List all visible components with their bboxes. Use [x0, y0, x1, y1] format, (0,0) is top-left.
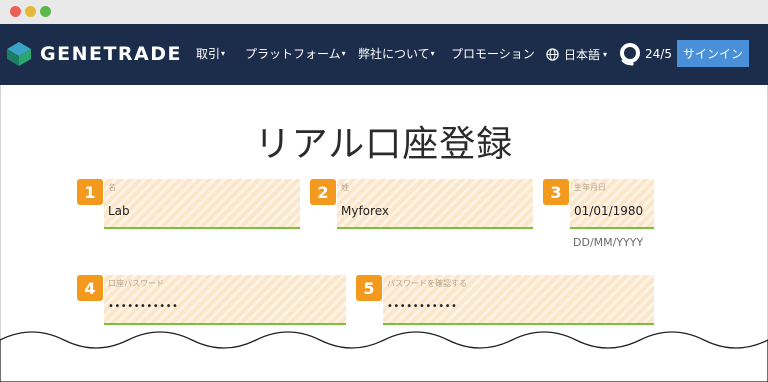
field-label: 生年月日 [574, 183, 606, 192]
step-badge: 1 [77, 179, 103, 205]
browser-window: GENETRADE 取引▾ プラットフォーム▾ 弊社について▾ プロモーション … [0, 0, 768, 382]
minimize-window-icon[interactable] [25, 6, 36, 17]
support-hours-label: 24/5 [645, 47, 672, 61]
support-hours[interactable]: 24/5 [618, 41, 672, 67]
nav-item-label: プラットフォーム [245, 47, 341, 61]
site-navbar: GENETRADE 取引▾ プラットフォーム▾ 弊社について▾ プロモーション … [0, 24, 768, 85]
language-selector[interactable]: 日本語 ▾ [546, 46, 607, 63]
nav-item-promotions[interactable]: プロモーション [451, 46, 535, 62]
field-label: 姓 [341, 183, 349, 192]
globe-icon [546, 48, 559, 61]
field-value: Lab [108, 204, 130, 218]
nav-item-label: 取引 [196, 47, 221, 61]
language-label: 日本語 [564, 48, 601, 62]
signin-button[interactable]: サインイン [677, 40, 749, 67]
field-label: 口座パスワード [108, 279, 164, 288]
brand-logo[interactable]: GENETRADE [6, 39, 182, 69]
window-titlebar [0, 0, 768, 25]
step-badge: 3 [543, 179, 569, 205]
date-format-hint: DD/MM/YYYY [573, 236, 644, 249]
headset-icon [620, 43, 640, 66]
maximize-window-icon[interactable] [40, 6, 51, 17]
page-title: リアル口座登録 [254, 124, 514, 165]
brand-name: GENETRADE [40, 43, 183, 65]
close-window-icon[interactable] [10, 6, 21, 17]
nav-item-label: プロモーション [451, 47, 535, 61]
birth-date-field[interactable]: 生年月日 01/01/1980 [570, 179, 654, 229]
step-badge: 5 [356, 275, 382, 301]
last-name-field[interactable]: 姓 Myforex [337, 179, 533, 229]
nav-item-platform[interactable]: プラットフォーム▾ [245, 46, 346, 62]
step-badge: 4 [77, 275, 103, 301]
field-value: ••••••••••• [387, 301, 458, 312]
nav-item-about[interactable]: 弊社について▾ [358, 46, 435, 62]
first-name-field[interactable]: 名 Lab [104, 179, 300, 229]
field-value: Myforex [341, 204, 389, 218]
nav-item-trading[interactable]: 取引▾ [196, 46, 225, 62]
torn-edge-divider [0, 331, 768, 382]
chevron-down-icon: ▾ [341, 49, 346, 58]
chevron-down-icon: ▾ [430, 49, 435, 58]
chevron-down-icon: ▾ [603, 50, 608, 59]
field-label: 名 [108, 183, 116, 192]
field-label: パスワードを確認する [387, 279, 467, 288]
brand-cube-icon [7, 42, 31, 66]
step-badge: 2 [310, 179, 336, 205]
nav-item-label: 弊社について [358, 47, 430, 61]
chevron-down-icon: ▾ [221, 49, 226, 58]
field-value: ••••••••••• [108, 301, 179, 312]
field-value: 01/01/1980 [574, 204, 644, 218]
